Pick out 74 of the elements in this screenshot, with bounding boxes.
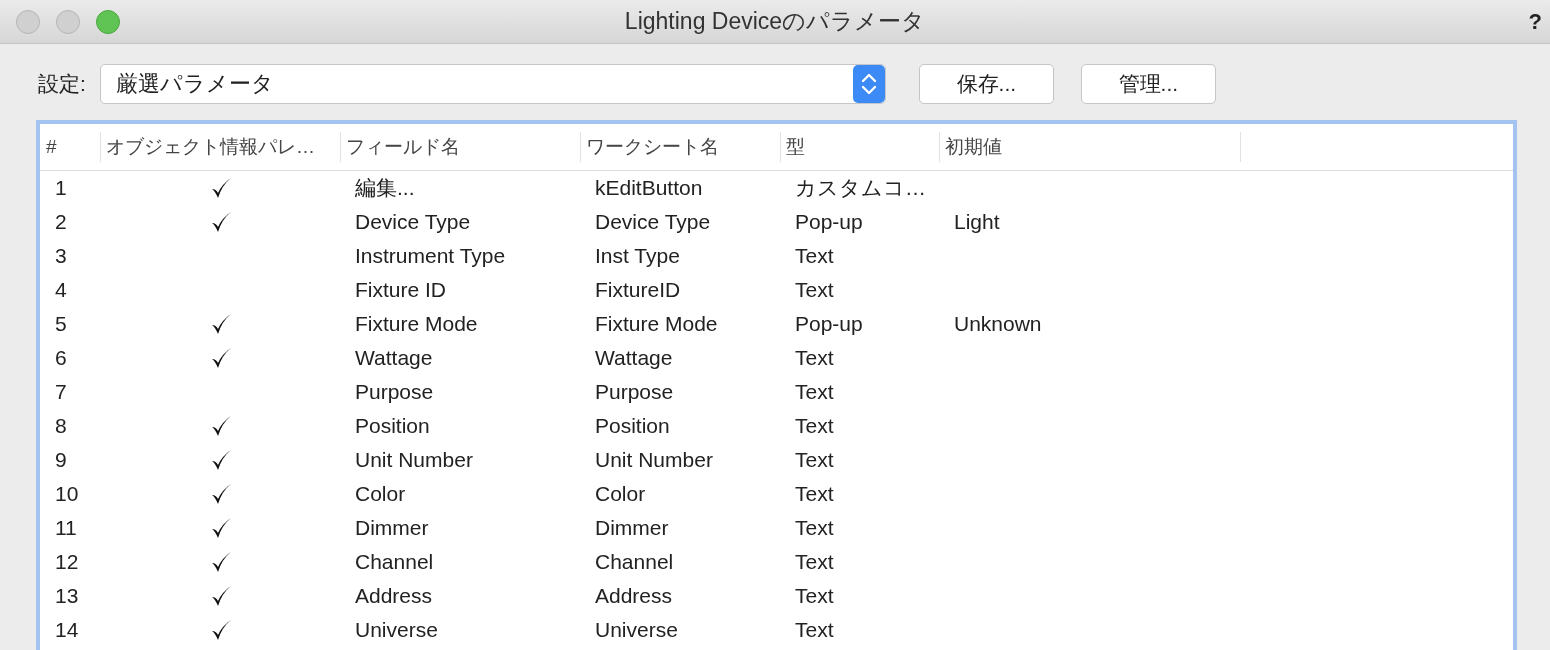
- table-cell: Channel: [355, 550, 434, 573]
- table-cell: カスタムコ…: [795, 176, 926, 199]
- table-cell: FixtureID: [595, 278, 681, 301]
- table-cell: Purpose: [355, 380, 434, 403]
- table-cell: Text: [795, 550, 834, 573]
- row-number: 14: [55, 618, 79, 641]
- dropdown-arrows-icon: [852, 65, 885, 103]
- table-cell: 編集...: [355, 176, 415, 199]
- table-cell: Device Type: [595, 210, 711, 233]
- column-header[interactable]: フィールド名: [341, 132, 581, 162]
- row-number: 2: [55, 210, 67, 233]
- table-cell: Address: [355, 584, 433, 607]
- table-cell: Wattage: [355, 346, 433, 369]
- row-number: 6: [55, 346, 67, 369]
- table-cell: Fixture Mode: [595, 312, 718, 335]
- table-cell: Inst Type: [595, 244, 680, 267]
- row-number: 1: [55, 176, 67, 199]
- close-button[interactable]: [16, 9, 40, 34]
- row-number: 4: [55, 278, 67, 301]
- table-cell: kEditButton: [595, 176, 703, 199]
- table-cell: Purpose: [595, 380, 674, 403]
- settings-dropdown[interactable]: 厳選パラメータ: [99, 64, 886, 104]
- row-number: 13: [55, 584, 79, 607]
- zoom-button[interactable]: [96, 9, 120, 34]
- column-header[interactable]: 型: [781, 132, 940, 162]
- table-cell: Text: [795, 584, 834, 607]
- table-cell: Text: [795, 618, 834, 641]
- window-title: Lighting Deviceのパラメータ: [624, 7, 926, 36]
- table-cell: Instrument Type: [355, 244, 506, 267]
- column-header[interactable]: #: [40, 132, 101, 162]
- table-cell: Position: [595, 414, 670, 437]
- minimize-button[interactable]: [56, 9, 80, 34]
- table-cell: Unit Number: [595, 448, 713, 471]
- table-cell: Text: [795, 482, 834, 505]
- row-number: 9: [55, 448, 67, 471]
- table-cell: Pop-up: [795, 210, 863, 233]
- table-cell: Fixture Mode: [355, 312, 478, 335]
- dialog-button[interactable]: 保存...: [918, 64, 1054, 104]
- table-cell: Channel: [595, 550, 674, 573]
- table-cell: Text: [795, 278, 834, 301]
- row-number: 8: [55, 414, 67, 437]
- table-cell: Address: [595, 584, 673, 607]
- table-cell: Dimmer: [355, 516, 429, 539]
- table-cell: Wattage: [595, 346, 673, 369]
- table-cell: Text: [795, 380, 834, 403]
- table-cell: Pop-up: [795, 312, 863, 335]
- table-cell: Text: [795, 448, 834, 471]
- table-cell: Color: [595, 482, 646, 505]
- table-cell: Position: [355, 414, 430, 437]
- table-cell: Color: [355, 482, 406, 505]
- help-button[interactable]: ?: [1528, 8, 1542, 35]
- table-cell: Text: [795, 244, 834, 267]
- row-number: 3: [55, 244, 67, 267]
- table-cell: Light: [954, 210, 1000, 233]
- table-cell: Fixture ID: [355, 278, 446, 301]
- table-cell: Universe: [595, 618, 678, 641]
- column-header[interactable]: 初期値: [940, 132, 1241, 162]
- table-cell: Device Type: [355, 210, 471, 233]
- table-cell: Text: [795, 516, 834, 539]
- table-cell: Universe: [355, 618, 438, 641]
- row-number: 11: [55, 516, 77, 539]
- table-cell: Text: [795, 346, 834, 369]
- row-number: 7: [55, 380, 67, 403]
- column-header[interactable]: ワークシート名: [581, 132, 781, 162]
- settings-label: 設定:: [38, 71, 86, 97]
- row-number: 10: [55, 482, 79, 505]
- dialog-button[interactable]: 管理...: [1080, 64, 1216, 104]
- table-cell: Unknown: [954, 312, 1042, 335]
- table-cell: Text: [795, 414, 834, 437]
- column-header[interactable]: オブジェクト情報パレ…: [101, 132, 341, 162]
- row-number: 5: [55, 312, 67, 335]
- table-cell: Unit Number: [355, 448, 473, 471]
- table-cell: Dimmer: [595, 516, 669, 539]
- row-number: 12: [55, 550, 79, 573]
